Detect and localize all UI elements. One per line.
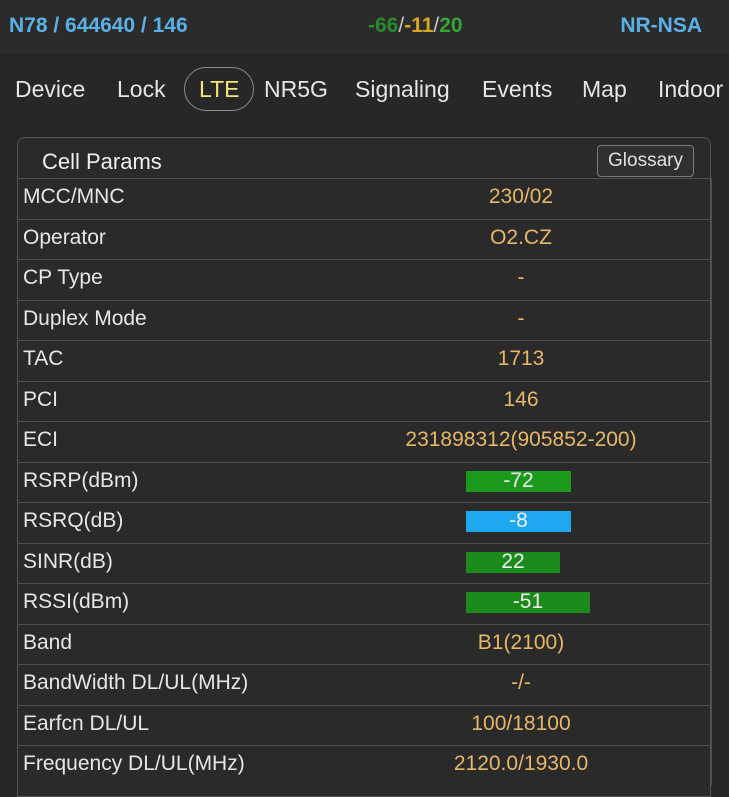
param-label: RSSI(dBm) (23, 590, 130, 613)
tab-bar: Device Lock LTE NR5G Signaling Events Ma… (0, 66, 729, 114)
param-label: CP Type (23, 266, 103, 289)
status-bar: N78 / 644640 / 146 -66/-11/20 NR-NSA (0, 0, 729, 54)
table-row: RSRQ(dB) -8 (17, 502, 711, 543)
table-row: Operator O2.CZ (17, 218, 711, 260)
param-label: Earfcn DL/UL (23, 711, 150, 735)
table-row: SINR(dB) 22 (17, 542, 711, 584)
param-value: -72 (503, 468, 534, 492)
table-row: PCI 146 (17, 380, 711, 422)
param-value: -/- (511, 671, 531, 694)
params-table: MCC/MNC 230/02 Operator O2.CZ CP Type - Duplex… (17, 178, 711, 786)
signal-value-b: -11 (404, 14, 434, 37)
param-label: RSRQ(dB) (23, 509, 124, 532)
param-value: O2.CZ (490, 225, 552, 249)
tab-map[interactable]: Map (582, 66, 627, 112)
param-label: TAC (23, 347, 64, 370)
param-value: -8 (509, 509, 528, 532)
param-label: Duplex Mode (23, 306, 147, 330)
card-title: Cell Params (42, 149, 162, 174)
param-value: 100/18100 (471, 711, 571, 735)
param-label: BandWidth DL/UL(MHz) (23, 671, 249, 694)
tab-indoor[interactable]: Indoor (658, 66, 723, 112)
table-row: BandWidth DL/UL(MHz) -/- (17, 664, 711, 705)
tab-events[interactable]: Events (482, 66, 552, 112)
table-row: CP Type - (17, 259, 711, 300)
param-value: - (517, 266, 525, 289)
table-row: TAC 1713 (17, 340, 711, 381)
table-row: Earfcn DL/UL 100/18100 (17, 704, 711, 746)
table-row: ECI 231898312(905852-200) (17, 421, 711, 462)
param-value: 2120.0/1930.0 (453, 752, 589, 775)
param-value: -51 (512, 590, 544, 613)
signal-summary: -66/-11/20 (368, 14, 463, 38)
table-row: RSSI(dBm) -51 (17, 583, 711, 624)
band-info: N78 / 644640 / 146 (9, 14, 188, 37)
param-label: SINR(dB) (23, 549, 113, 573)
tab-nr5g[interactable]: NR5G (264, 66, 328, 112)
network-mode: NR-NSA (620, 14, 702, 37)
param-label: PCI (23, 387, 59, 411)
signal-value-a: -66 (368, 14, 399, 37)
param-value: - (517, 306, 525, 330)
tab-signaling[interactable]: Signaling (355, 66, 450, 112)
param-value: 230/02 (488, 185, 554, 208)
param-label: ECI (23, 428, 59, 451)
signal-value-c: 20 (439, 14, 463, 37)
table-row: Band B1(2100) (17, 623, 711, 665)
param-label: Frequency DL/UL(MHz) (23, 752, 245, 775)
param-value: 231898312(905852-200) (405, 428, 637, 451)
param-value: B1(2100) (477, 630, 565, 654)
param-value: 22 (501, 549, 525, 573)
tab-lte[interactable]: LTE (184, 67, 255, 111)
table-row: MCC/MNC 230/02 (17, 178, 711, 219)
param-value: 146 (503, 387, 539, 411)
tab-device[interactable]: Device (15, 66, 85, 112)
param-label: Operator (23, 225, 106, 249)
param-label: Band (23, 630, 73, 654)
param-value: 1713 (497, 347, 545, 370)
table-row: RSRP(dBm) -72 (17, 461, 711, 503)
table-row: Duplex Mode - (17, 299, 711, 341)
divider (711, 178, 712, 785)
param-label: RSRP(dBm) (23, 468, 139, 492)
tab-lock[interactable]: Lock (117, 66, 166, 112)
glossary-button[interactable]: Glossary (597, 145, 694, 177)
table-row: Frequency DL/UL(MHz) 2120.0/1930.0 (17, 745, 711, 786)
param-label: MCC/MNC (23, 185, 125, 208)
